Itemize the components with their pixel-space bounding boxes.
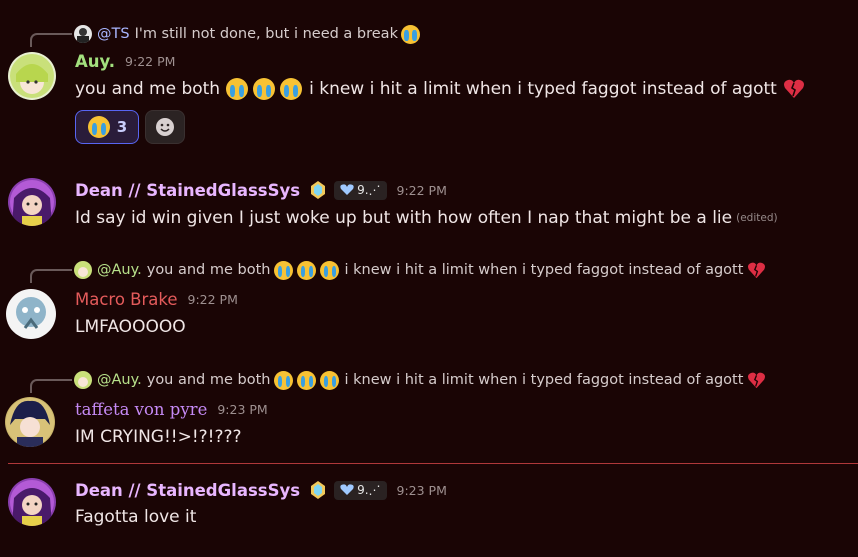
reply-connector [30, 33, 72, 47]
reply-mention[interactable]: @Auy. [97, 262, 142, 278]
broken-heart-icon [748, 372, 766, 388]
avatar[interactable] [8, 178, 56, 226]
avatar[interactable] [8, 52, 56, 100]
message-header: Macro Brake 9:22 PM [75, 290, 238, 309]
reply-text: i knew i hit a limit when i typed faggot… [344, 372, 744, 388]
reply-mention[interactable]: @TS [97, 26, 130, 42]
reply-connector [30, 379, 72, 393]
message-text: Fagotta love it [75, 507, 196, 527]
username[interactable]: Dean // StainedGlassSys [75, 481, 300, 500]
message-text: LMFAOOOOO [75, 317, 186, 337]
reply-text: i knew i hit a limit when i typed faggot… [344, 262, 744, 278]
message-dean: Dean // StainedGlassSys 9.⋰ 9:23 PM Fago… [0, 470, 858, 550]
server-tag-text: 9.⋰ [357, 483, 381, 497]
reply-text: you and me both [146, 372, 271, 388]
loudly-crying-face-icon [274, 260, 294, 280]
loudly-crying-face-icon [320, 370, 340, 390]
reply-avatar [74, 261, 92, 279]
avatar[interactable] [5, 397, 55, 447]
message-text: Id say id win given I just woke up but w… [75, 208, 778, 228]
reply-connector [30, 269, 72, 283]
username[interactable]: Auy. [75, 52, 115, 71]
reply-text: I'm still not done, but i need a break [134, 26, 398, 42]
loudly-crying-face-icon [280, 78, 303, 100]
loudly-crying-face-icon [297, 260, 317, 280]
reply-preview[interactable]: @Auy. you and me both i knew i hit a lim… [74, 370, 766, 390]
message-text-part: Id say id win given I just woke up but w… [75, 208, 733, 228]
message-text-part: IM CRYING!!>!?!??? [75, 427, 242, 447]
loudly-crying-face-icon [274, 370, 294, 390]
message-taffeta: @Auy. you and me both i knew i hit a lim… [0, 362, 858, 457]
role-gem-icon[interactable] [308, 180, 328, 200]
username[interactable]: taffeta von pyre [75, 400, 207, 419]
timestamp[interactable]: 9:23 PM [397, 483, 447, 498]
reply-avatar [74, 25, 92, 43]
loudly-crying-face-icon [253, 78, 276, 100]
message-header: Auy. 9:22 PM [75, 52, 175, 71]
reaction-count: 3 [116, 118, 128, 136]
new-messages-divider [8, 463, 858, 464]
message-text: you and me both i knew i hit a limit whe… [75, 78, 805, 100]
loudly-crying-face-icon [400, 24, 420, 44]
reply-avatar [74, 371, 92, 389]
loudly-crying-face-icon [226, 78, 249, 100]
timestamp[interactable]: 9:22 PM [125, 54, 175, 69]
reply-mention[interactable]: @Auy. [97, 372, 142, 388]
message-text-part: you and me both [75, 79, 221, 99]
broken-heart-icon [748, 262, 766, 278]
message-text-part: Fagotta love it [75, 507, 197, 527]
message-dean: Dean // StainedGlassSys 9.⋰ 9:22 PM Id s… [0, 170, 858, 240]
username[interactable]: Dean // StainedGlassSys [75, 181, 300, 200]
server-tag[interactable]: 9.⋰ [334, 480, 387, 500]
edited-label: (edited) [736, 212, 778, 224]
add-reaction-button[interactable] [145, 110, 185, 144]
message-macro-brake: @Auy. you and me both i knew i hit a lim… [0, 252, 858, 342]
loudly-crying-face-icon [320, 260, 340, 280]
username[interactable]: Macro Brake [75, 290, 178, 309]
message-auy: @TS I'm still not done, but i need a bre… [0, 0, 858, 160]
heart-icon [340, 484, 354, 495]
server-tag[interactable]: 9.⋰ [334, 180, 387, 200]
reaction-crying[interactable]: 3 [75, 110, 139, 144]
timestamp[interactable]: 9:22 PM [397, 183, 447, 198]
message-text: IM CRYING!!>!?!??? [75, 427, 242, 447]
add-reaction-icon [156, 118, 174, 136]
server-tag-text: 9.⋰ [357, 183, 381, 197]
message-text-part: LMFAOOOOO [75, 317, 186, 337]
avatar[interactable] [5, 288, 57, 340]
heart-icon [340, 184, 354, 195]
reply-preview[interactable]: @Auy. you and me both i knew i hit a lim… [74, 260, 766, 280]
avatar[interactable] [8, 478, 56, 526]
timestamp[interactable]: 9:23 PM [217, 402, 267, 417]
message-text-part: i knew i hit a limit when i typed faggot… [309, 79, 777, 99]
reply-preview[interactable]: @TS I'm still not done, but i need a bre… [74, 24, 421, 44]
loudly-crying-face-icon [87, 116, 110, 138]
role-gem-icon[interactable] [308, 480, 328, 500]
message-header: taffeta von pyre 9:23 PM [75, 400, 268, 419]
message-header: Dean // StainedGlassSys 9.⋰ 9:23 PM [75, 480, 447, 500]
message-header: Dean // StainedGlassSys 9.⋰ 9:22 PM [75, 180, 447, 200]
timestamp[interactable]: 9:22 PM [188, 292, 238, 307]
reply-text: you and me both [146, 262, 271, 278]
loudly-crying-face-icon [297, 370, 317, 390]
broken-heart-icon [783, 79, 804, 98]
